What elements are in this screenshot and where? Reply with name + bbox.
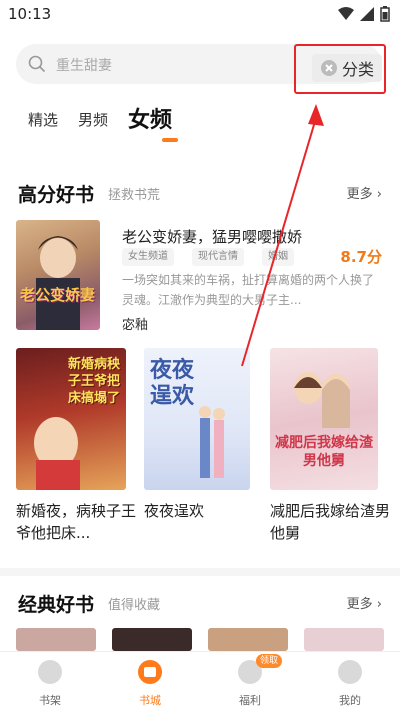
- more-link[interactable]: 更多 ›: [347, 593, 382, 612]
- category-button[interactable]: 分类: [312, 54, 382, 82]
- book-title: 减肥后我嫁给渣男他舅: [270, 502, 391, 542]
- battery-icon: [380, 6, 390, 22]
- book-author: 宓釉: [122, 318, 149, 333]
- status-bar: 10:13: [0, 0, 400, 30]
- section-title: 经典好书: [18, 594, 95, 616]
- bookstore-icon: [138, 660, 162, 684]
- tab-underline: [162, 138, 178, 142]
- nav-label: 我的: [339, 694, 361, 707]
- tag: 婚姻: [262, 248, 294, 266]
- book-title: 老公变娇妻，猛男嘤嘤撒娇: [122, 228, 303, 246]
- featured-book[interactable]: 老公变娇妻 老公变娇妻，猛男嘤嘤撒娇 女生频道 现代言情 婚姻 8.7分 一场突…: [16, 220, 382, 333]
- section-subtitle: 拯救书荒: [108, 188, 161, 203]
- search-placeholder: 重生甜妻: [56, 58, 112, 74]
- cover-text: 新婚病秧子王爷把床搞塌了: [68, 357, 121, 406]
- book-cover[interactable]: [112, 628, 192, 651]
- cover-text: 减肥后我嫁给渣男他舅: [275, 435, 373, 469]
- book-cover[interactable]: 夜夜逞欢: [144, 348, 250, 490]
- book-cover[interactable]: 老公变娇妻: [16, 220, 100, 330]
- section-header-high: 高分好书 拯救书荒 更多 ›: [18, 180, 382, 206]
- section-subtitle: 值得收藏: [108, 598, 161, 613]
- bookshelf-icon: [38, 660, 62, 684]
- cover-art: [36, 236, 80, 330]
- cover-text: 老公变娇妻: [20, 286, 96, 304]
- tab-female[interactable]: 女频: [128, 102, 172, 134]
- book-cover[interactable]: [304, 628, 384, 651]
- section-divider: [0, 568, 400, 576]
- nav-label: 书城: [139, 694, 161, 707]
- nav-welfare[interactable]: 领取 福利: [210, 652, 290, 712]
- signal-icon: [360, 7, 374, 21]
- book-title: 夜夜逞欢: [144, 502, 205, 520]
- tab-male[interactable]: 男频: [78, 109, 108, 130]
- profile-icon: [338, 660, 362, 684]
- book-title: 新婚夜，病秧子王爷他把床...: [16, 502, 137, 542]
- section-title: 高分好书: [18, 184, 95, 206]
- category-icon: [320, 60, 337, 76]
- book-cover[interactable]: [16, 628, 96, 651]
- nav-bookstore[interactable]: 书城: [110, 652, 190, 712]
- book-description: 一场突如其来的车祸，扯打算离婚的两个人换了灵魂。江澈作为典型的大男子主...: [122, 273, 375, 307]
- more-link[interactable]: 更多 ›: [347, 183, 382, 202]
- nav-label: 书架: [39, 694, 61, 707]
- section-header-classic: 经典好书 值得收藏 更多 ›: [18, 590, 382, 616]
- bottom-nav: 书架 书城 领取 福利 我的: [0, 651, 400, 711]
- tab-featured[interactable]: 精选: [28, 109, 58, 130]
- nav-profile[interactable]: 我的: [310, 652, 390, 712]
- wifi-icon: [338, 7, 354, 20]
- category-label: 分类: [341, 60, 374, 79]
- status-time: 10:13: [8, 5, 52, 23]
- book-cover[interactable]: 新婚病秧子王爷把床搞塌了: [16, 348, 126, 490]
- tag: 女生频道: [122, 248, 174, 266]
- tag: 现代言情: [192, 248, 244, 266]
- book-score: 8.7分: [340, 248, 382, 266]
- nav-bookshelf[interactable]: 书架: [10, 652, 90, 712]
- nav-badge: 领取: [256, 654, 283, 668]
- category-highlight: 分类: [294, 44, 386, 94]
- search-icon: [28, 55, 46, 73]
- book-cover[interactable]: [208, 628, 288, 651]
- channel-tabs: 精选 男频 女频: [28, 102, 172, 142]
- cover-text: 夜夜逞欢: [150, 358, 195, 409]
- nav-label: 福利: [239, 694, 261, 707]
- status-icons: [338, 6, 390, 22]
- book-cover[interactable]: 减肥后我嫁给渣男他舅: [270, 348, 378, 490]
